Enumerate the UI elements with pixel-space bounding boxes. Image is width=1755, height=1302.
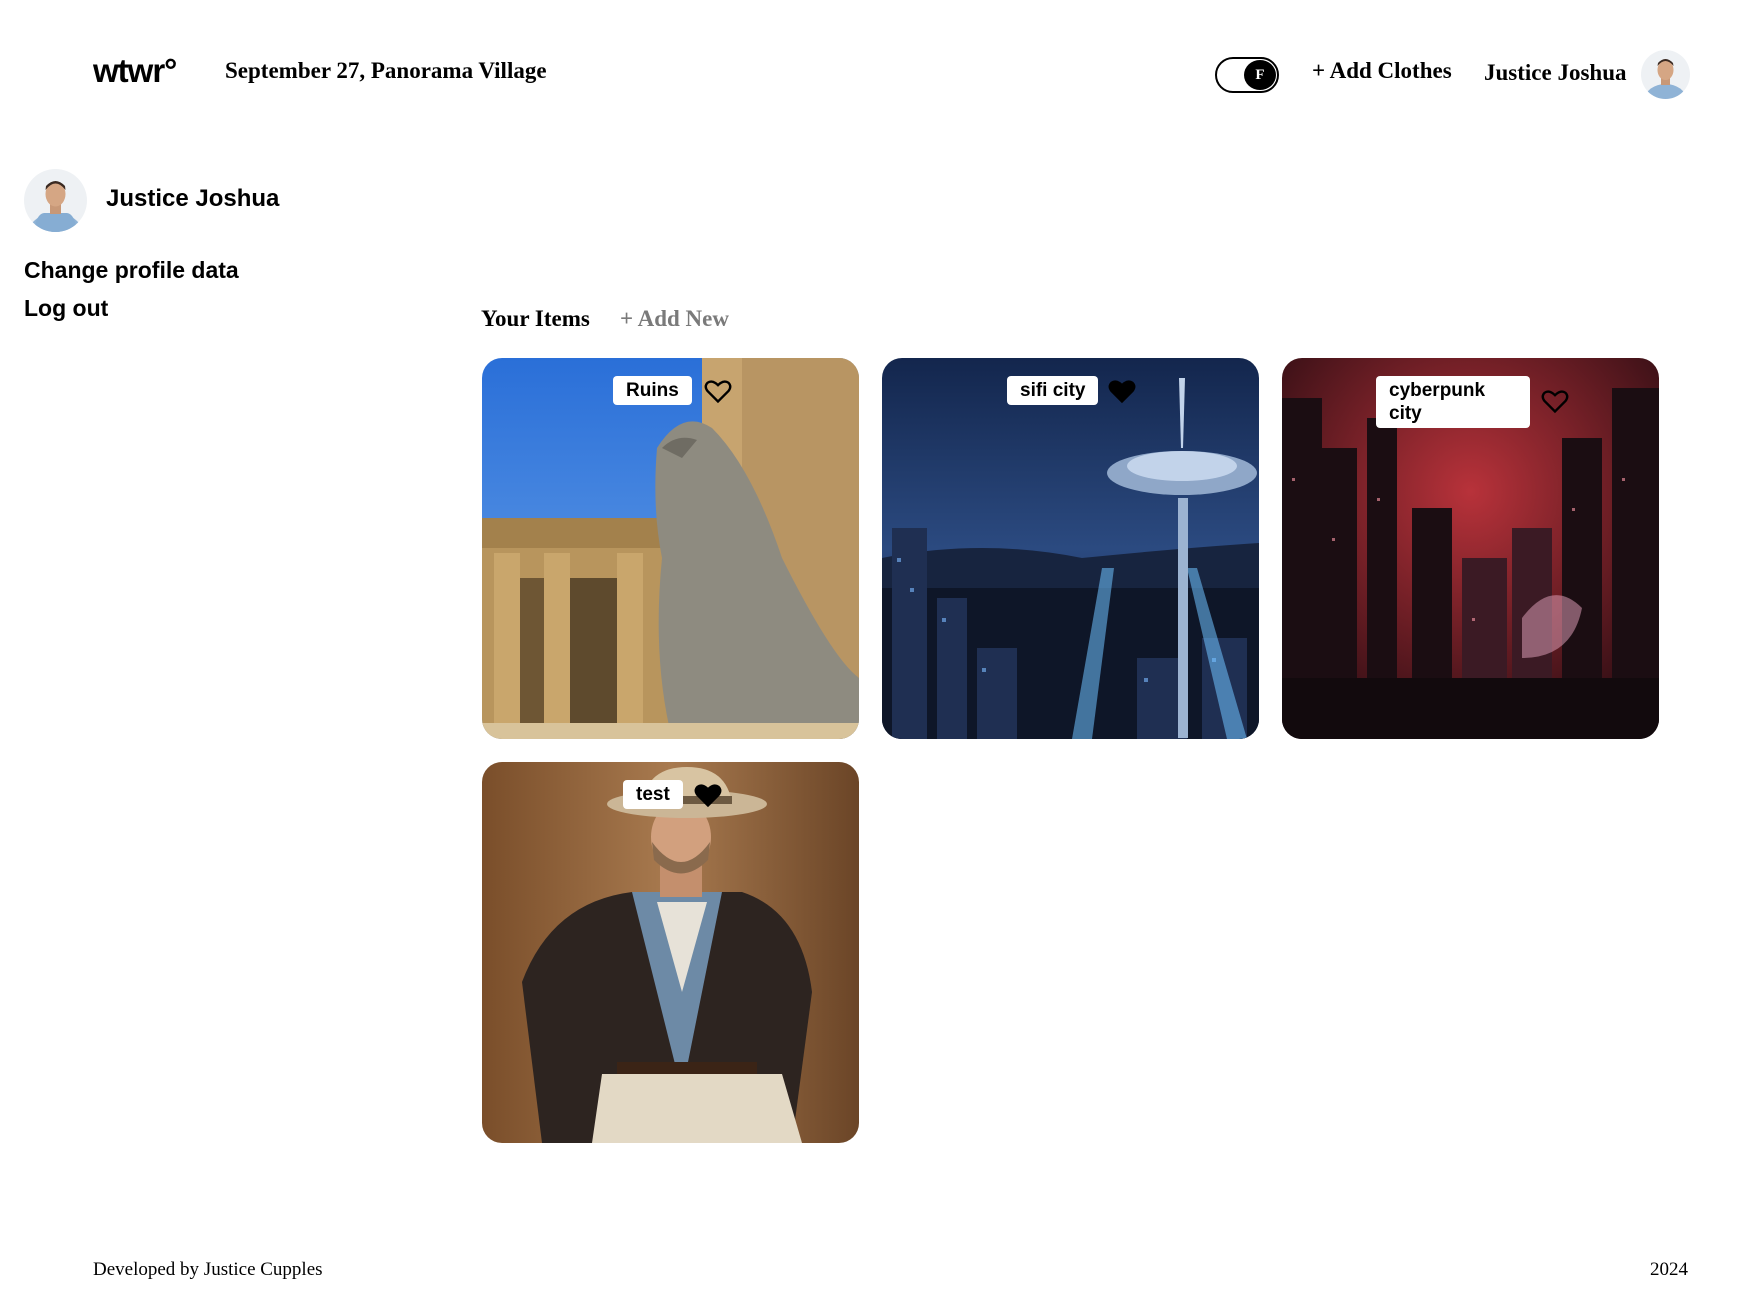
heart-filled-icon[interactable]	[1108, 378, 1136, 404]
footer-year: 2024	[1650, 1259, 1688, 1280]
heart-outline-icon[interactable]	[1541, 388, 1569, 414]
profile-avatar-icon	[24, 169, 87, 232]
change-profile-data-link[interactable]: Change profile data	[24, 257, 239, 284]
item-card[interactable]: cyberpunk city	[1282, 358, 1659, 739]
user-avatar-icon[interactable]	[1641, 50, 1690, 99]
wtwr-logo[interactable]: wtwr°	[92, 50, 197, 90]
temperature-unit-toggle[interactable]: F	[1215, 57, 1279, 93]
item-image-scifi-city	[882, 358, 1259, 739]
add-clothes-button[interactable]: + Add Clothes	[1312, 58, 1452, 84]
add-new-button[interactable]: + Add New	[620, 306, 729, 332]
item-card[interactable]: Ruins	[482, 358, 859, 739]
heart-filled-icon[interactable]	[694, 782, 722, 808]
item-card[interactable]: test	[482, 762, 859, 1143]
svg-text:wtwr°: wtwr°	[93, 52, 176, 89]
item-image-egyptian-temple	[482, 358, 859, 739]
item-card-label: test	[623, 780, 683, 809]
footer-credit: Developed by Justice Cupples	[93, 1259, 323, 1280]
your-items-title: Your Items	[481, 306, 590, 331]
item-card-label: cyberpunk city	[1376, 376, 1530, 428]
log-out-link[interactable]: Log out	[24, 295, 108, 322]
header: wtwr° September 27, Panorama Village F +…	[0, 0, 1755, 150]
toggle-knob: F	[1244, 60, 1276, 90]
item-card-label: sifi city	[1007, 376, 1099, 405]
item-image-man-in-hat	[482, 762, 859, 1143]
item-card[interactable]: sifi city	[882, 358, 1259, 739]
header-user-name[interactable]: Justice Joshua	[1484, 60, 1627, 86]
profile-user-name: Justice Joshua	[106, 185, 280, 212]
date-location: September 27, Panorama Village	[225, 58, 547, 83]
heart-outline-icon[interactable]	[704, 378, 732, 404]
item-card-label: Ruins	[613, 376, 692, 405]
